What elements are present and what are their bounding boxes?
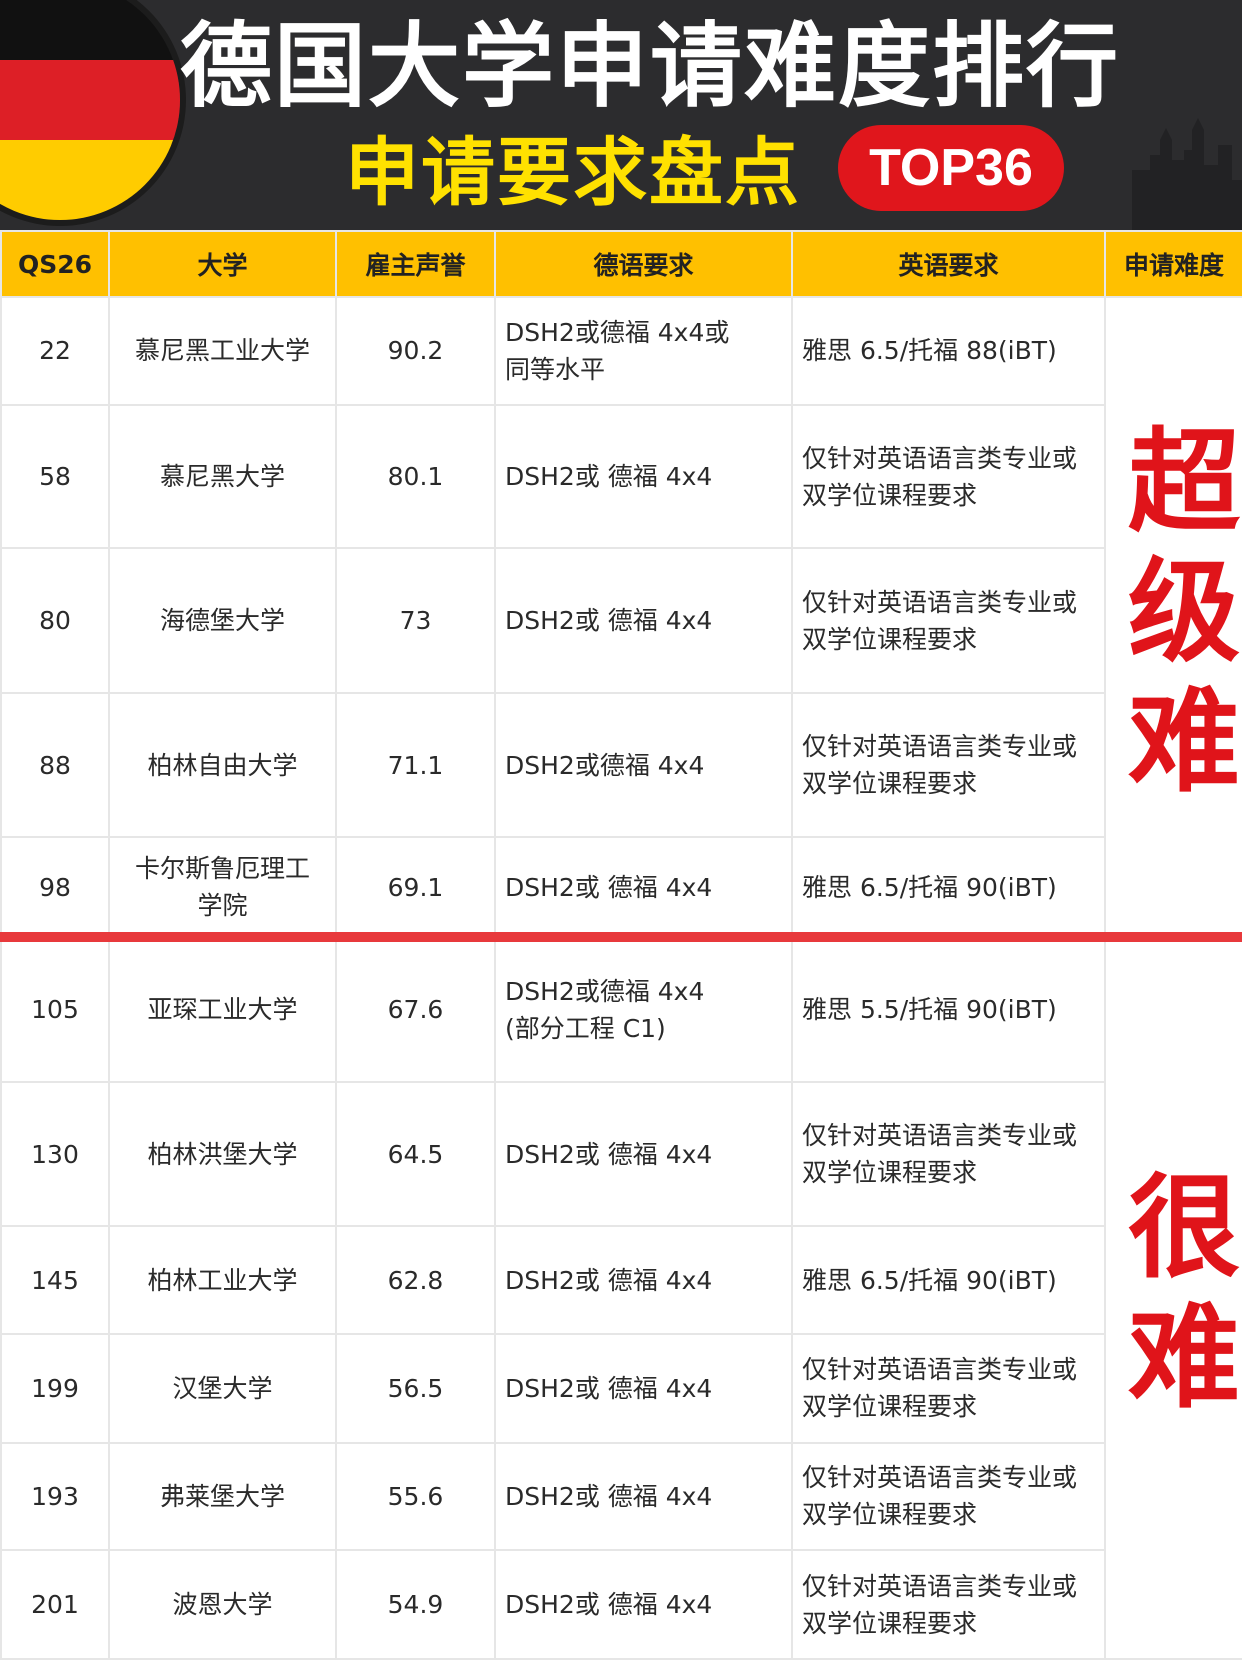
- qs-cell: 88: [0, 692, 110, 839]
- qs-cell: 145: [0, 1225, 110, 1336]
- city-skyline-icon: [1132, 118, 1242, 230]
- german-requirement-cell: DSH2或 德福 4x4: [494, 1080, 793, 1228]
- qs-cell: 98: [0, 836, 110, 939]
- qs-cell: 80: [0, 547, 110, 695]
- table-row: 105 亚琛工业大学 67.6 DSH2或德福 4x4 (部分工程 C1) 雅思 5.5/…: [0, 936, 1242, 1660]
- english-requirement-cell: 雅思 6.5/托福 88(iBT): [791, 296, 1106, 406]
- column-header-difficulty: 申请难度: [1104, 230, 1242, 298]
- column-header-english: 英语要求: [791, 230, 1106, 298]
- english-requirement-cell: 仅针对英语语言类专业或 双学位课程要求: [791, 1333, 1106, 1444]
- german-requirement-cell: DSH2或 德福 4x4: [494, 1225, 793, 1336]
- german-requirement-cell: DSH2或 德福 4x4: [494, 403, 793, 550]
- qs-cell: 201: [0, 1549, 110, 1660]
- reputation-cell: 90.2: [335, 296, 496, 406]
- university-cell: 亚琛工业大学: [108, 936, 337, 1083]
- english-requirement-cell: 仅针对英语语言类专业或 双学位课程要求: [791, 1080, 1106, 1228]
- table-row: 199 汉堡大学 56.5 DSH2或 德福 4x4 仅针对英语语言类专业或 双学位课程要…: [0, 1333, 1242, 1444]
- difficulty-label-hard: 很难: [1104, 936, 1242, 1660]
- english-requirement-cell: 雅思 6.5/托福 90(iBT): [791, 1225, 1106, 1336]
- page-title: 德国大学申请难度排行: [180, 13, 1121, 120]
- university-cell: 弗莱堡大学: [108, 1441, 337, 1552]
- difficulty-label-super-hard: 超级难: [1104, 296, 1242, 939]
- german-requirement-cell: DSH2或德福 4x4或 同等水平: [494, 296, 793, 406]
- table-row: 22 慕尼黑工业大学 90.2 DSH2或德福 4x4或 同等水平 雅思 6.5/托福 8…: [0, 296, 1242, 939]
- university-cell: 柏林洪堡大学: [108, 1080, 337, 1228]
- german-requirement-cell: DSH2或德福 4x4: [494, 692, 793, 839]
- english-requirement-cell: 雅思 5.5/托福 90(iBT): [791, 936, 1106, 1083]
- german-requirement-cell: DSH2或 德福 4x4: [494, 1441, 793, 1552]
- qs-cell: 199: [0, 1333, 110, 1444]
- group-divider: [0, 932, 1242, 942]
- table-row: 58 慕尼黑大学 80.1 DSH2或 德福 4x4 仅针对英语语言类专业或 双学位课程要…: [0, 403, 1242, 550]
- reputation-cell: 64.5: [335, 1080, 496, 1228]
- reputation-cell: 67.6: [335, 936, 496, 1083]
- german-requirement-cell: DSH2或 德福 4x4: [494, 547, 793, 695]
- english-requirement-cell: 雅思 6.5/托福 90(iBT): [791, 836, 1106, 939]
- german-requirement-cell: DSH2或 德福 4x4: [494, 836, 793, 939]
- english-requirement-cell: 仅针对英语语言类专业或 双学位课程要求: [791, 1441, 1106, 1552]
- reputation-cell: 54.9: [335, 1549, 496, 1660]
- english-requirement-cell: 仅针对英语语言类专业或 双学位课程要求: [791, 403, 1106, 550]
- table-row: 193 弗莱堡大学 55.6 DSH2或 德福 4x4 仅针对英语语言类专业或 双学位课程…: [0, 1441, 1242, 1552]
- table-row: 201 波恩大学 54.9 DSH2或 德福 4x4 仅针对英语语言类专业或 双学位课程要…: [0, 1549, 1242, 1660]
- page-subtitle: 申请要求盘点: [345, 130, 801, 216]
- reputation-cell: 71.1: [335, 692, 496, 839]
- university-cell: 波恩大学: [108, 1549, 337, 1660]
- reputation-cell: 73: [335, 547, 496, 695]
- reputation-cell: 69.1: [335, 836, 496, 939]
- german-requirement-cell: DSH2或 德福 4x4: [494, 1333, 793, 1444]
- table-header-row: QS26 大学 雇主声誉 德语要求 英语要求 申请难度: [0, 230, 1242, 298]
- university-cell: 卡尔斯鲁厄理工 学院: [108, 836, 337, 939]
- german-requirement-cell: DSH2或 德福 4x4: [494, 1549, 793, 1660]
- university-cell: 柏林工业大学: [108, 1225, 337, 1336]
- english-requirement-cell: 仅针对英语语言类专业或 双学位课程要求: [791, 692, 1106, 839]
- qs-cell: 22: [0, 296, 110, 406]
- table-row: 145 柏林工业大学 62.8 DSH2或 德福 4x4 雅思 6.5/托福 90(iB…: [0, 1225, 1242, 1336]
- reputation-cell: 80.1: [335, 403, 496, 550]
- english-requirement-cell: 仅针对英语语言类专业或 双学位课程要求: [791, 1549, 1106, 1660]
- table-row: 130 柏林洪堡大学 64.5 DSH2或 德福 4x4 仅针对英语语言类专业或 双学位课…: [0, 1080, 1242, 1228]
- column-header-qs: QS26: [0, 230, 110, 298]
- qs-cell: 130: [0, 1080, 110, 1228]
- university-cell: 海德堡大学: [108, 547, 337, 695]
- reputation-cell: 55.6: [335, 1441, 496, 1552]
- table-row: 88 柏林自由大学 71.1 DSH2或德福 4x4 仅针对英语语言类专业或 双学位课程要…: [0, 692, 1242, 839]
- reputation-cell: 56.5: [335, 1333, 496, 1444]
- column-header-reputation: 雇主声誉: [335, 230, 496, 298]
- reputation-cell: 62.8: [335, 1225, 496, 1336]
- qs-cell: 105: [0, 936, 110, 1083]
- column-header-university: 大学: [108, 230, 337, 298]
- qs-cell: 58: [0, 403, 110, 550]
- university-cell: 汉堡大学: [108, 1333, 337, 1444]
- header-banner: 德国大学申请难度排行 申请要求盘点 TOP36: [0, 0, 1242, 230]
- german-requirement-cell: DSH2或德福 4x4 (部分工程 C1): [494, 936, 793, 1083]
- top-badge: TOP36: [838, 125, 1064, 211]
- university-table: QS26 大学 雇主声誉 德语要求 英语要求 申请难度 22 慕尼黑工业大学 90.…: [0, 230, 1242, 1660]
- english-requirement-cell: 仅针对英语语言类专业或 双学位课程要求: [791, 547, 1106, 695]
- column-header-german: 德语要求: [494, 230, 793, 298]
- university-cell: 柏林自由大学: [108, 692, 337, 839]
- table-row: 80 海德堡大学 73 DSH2或 德福 4x4 仅针对英语语言类专业或 双学位课程要求: [0, 547, 1242, 695]
- germany-flag-icon: [0, 0, 180, 220]
- qs-cell: 193: [0, 1441, 110, 1552]
- university-cell: 慕尼黑工业大学: [108, 296, 337, 406]
- university-cell: 慕尼黑大学: [108, 403, 337, 550]
- table-row: 98 卡尔斯鲁厄理工 学院 69.1 DSH2或 德福 4x4 雅思 6.5/托福 90(…: [0, 836, 1242, 939]
